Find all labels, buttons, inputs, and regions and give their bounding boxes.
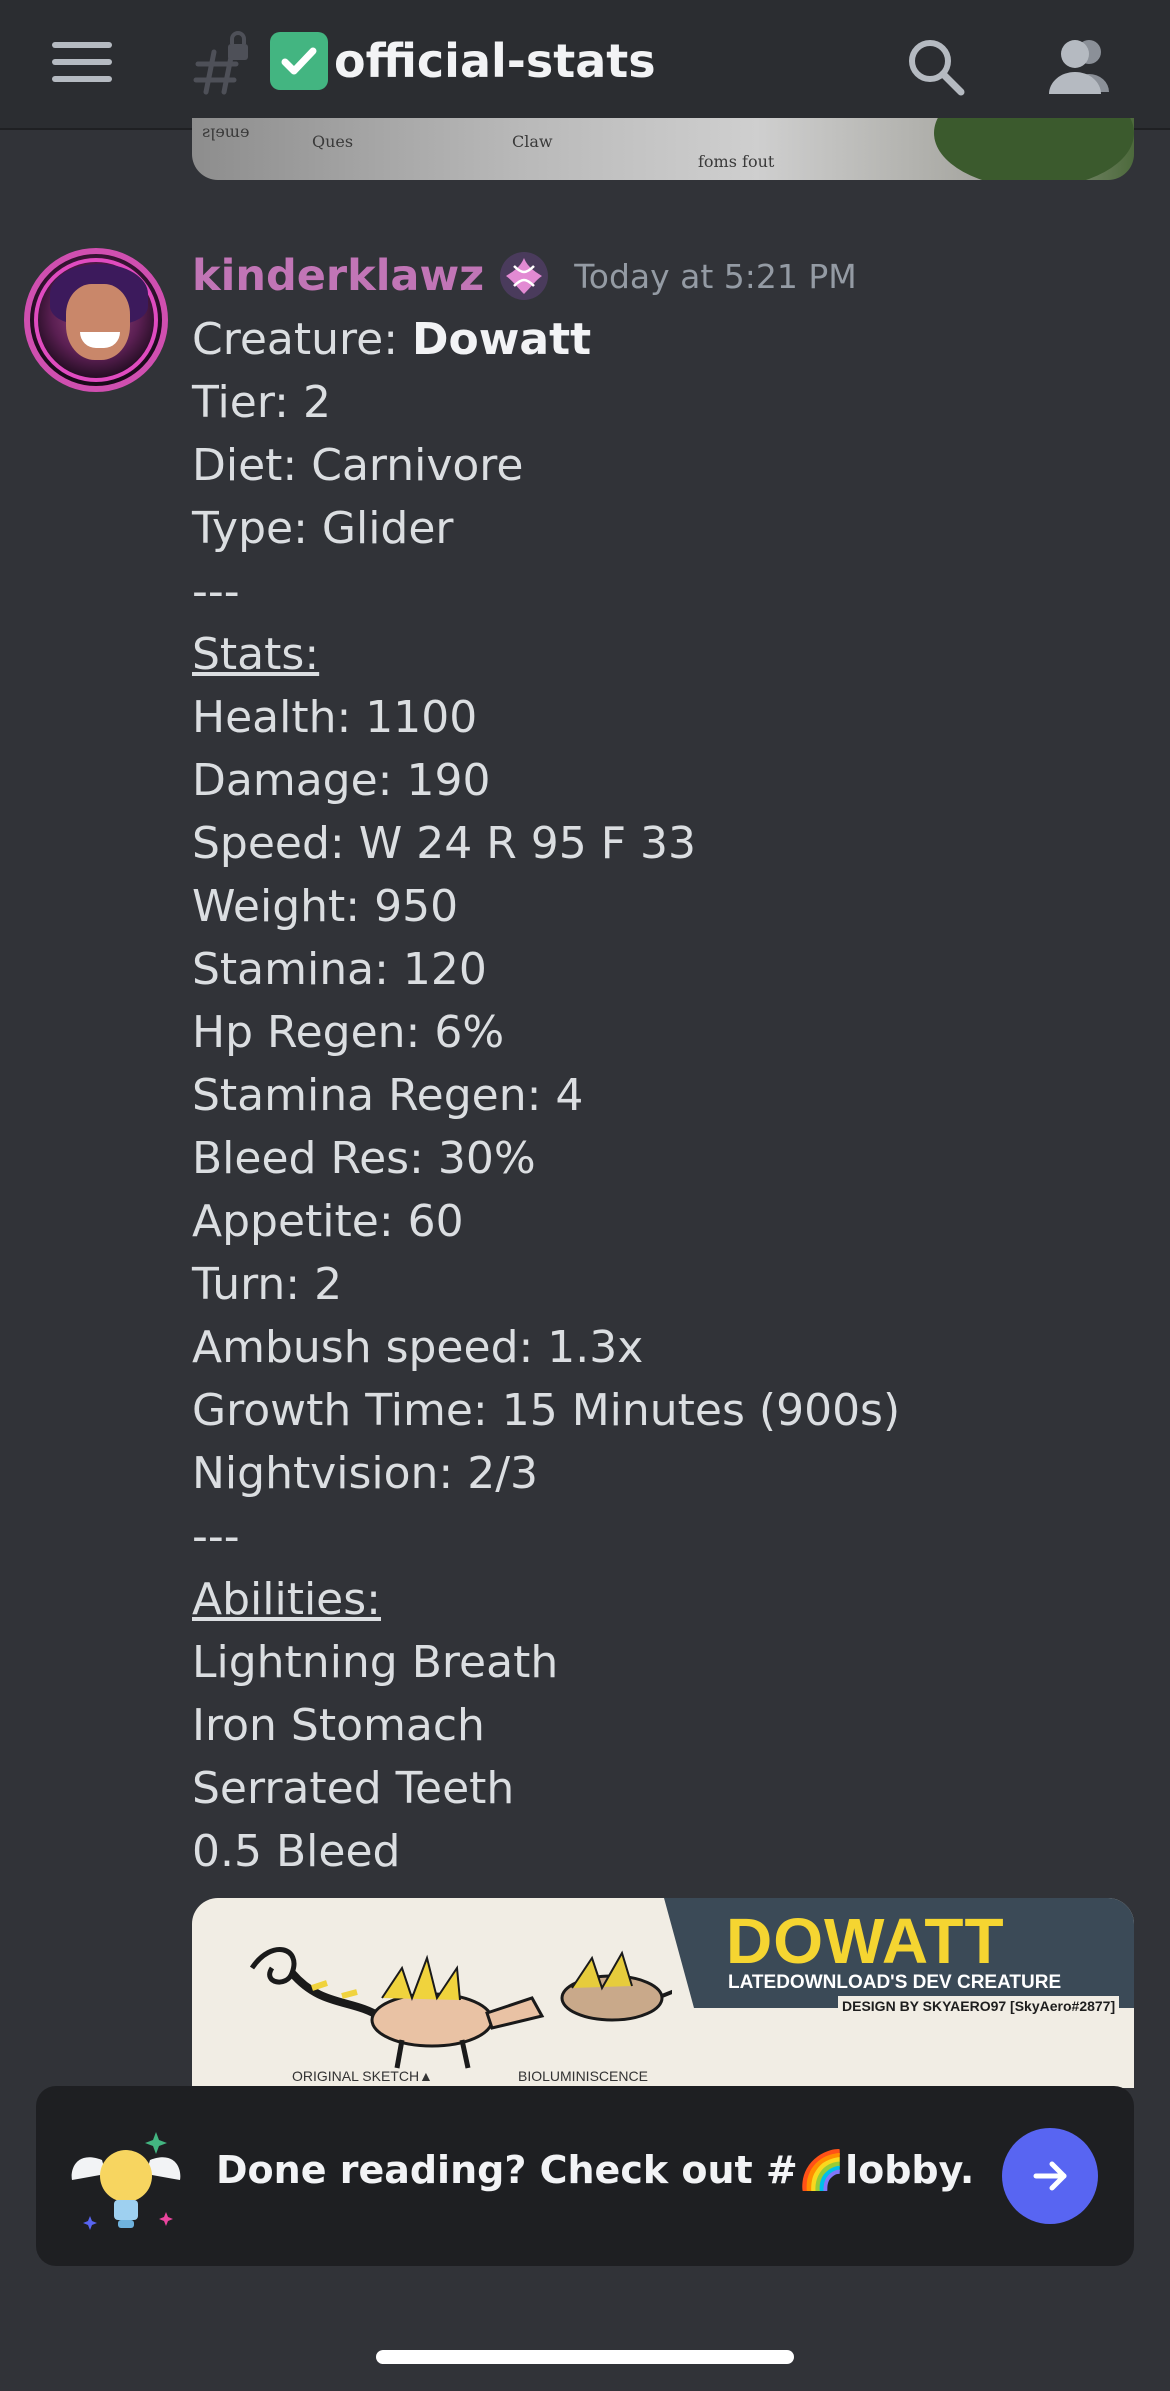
- role-badge-icon[interactable]: [498, 250, 550, 302]
- stat-line: Hp Regen: 6%: [192, 1007, 505, 1058]
- message-line: Diet: Carnivore: [192, 440, 524, 491]
- stat-line: Appetite: 60: [192, 1196, 464, 1247]
- section-heading-abilities: Abilities:: [192, 1574, 381, 1625]
- username[interactable]: kinderklawz: [192, 251, 484, 301]
- search-icon[interactable]: [905, 36, 967, 98]
- ability-line: Serrated Teeth: [192, 1763, 515, 1814]
- section-heading-stats: Stats:: [192, 629, 320, 680]
- ability-line: Iron Stomach: [192, 1700, 485, 1751]
- stat-line: Nightvision: 2/3: [192, 1448, 539, 1499]
- arrow-right-icon: [1033, 2161, 1067, 2191]
- separator-line: ---: [192, 566, 240, 617]
- channel-header: official-stats: [0, 0, 1170, 130]
- locked-channel-hash-icon: [193, 31, 248, 95]
- sketch-label: Ques: [312, 132, 354, 151]
- channel-title: official-stats: [334, 34, 656, 88]
- check-mark-emoji-icon: [270, 32, 328, 90]
- message-line: Type: Glider: [192, 503, 454, 554]
- message-line: Creature: Dowatt: [192, 314, 592, 365]
- go-to-channel-arrow-button[interactable]: [1002, 2128, 1098, 2224]
- creature-image-embed[interactable]: DOWATT LATEDOWNLOAD'S DEV CREATURE DESIG…: [192, 1898, 1134, 2088]
- done-reading-text[interactable]: Done reading? Check out #🌈lobby.: [216, 2148, 974, 2193]
- stat-line: Speed: W 24 R 95 F 33: [192, 818, 697, 869]
- stat-line: Damage: 190: [192, 755, 491, 806]
- creature-sketch-illustration: [249, 1947, 672, 2069]
- embed-credit: DESIGN BY SKYAERO97 [SkyAero#2877]: [838, 1996, 1120, 2016]
- ability-line: 0.5 Bleed: [192, 1826, 401, 1877]
- hamburger-menu-icon[interactable]: [52, 42, 112, 88]
- stat-line: Ambush speed: 1.3x: [192, 1322, 644, 1373]
- separator-line: ---: [192, 1511, 240, 1562]
- stat-line: Growth Time: 15 Minutes (900s): [192, 1385, 901, 1436]
- stat-line: Stamina Regen: 4: [192, 1070, 584, 1121]
- message-header: kinderklawz Today at 5:21 PM: [192, 246, 857, 306]
- timestamp: Today at 5:21 PM: [574, 256, 857, 296]
- done-reading-banner: Done reading? Check out #🌈lobby.: [36, 2086, 1134, 2266]
- leaf-illustration: [934, 118, 1134, 180]
- message-content: Creature: Dowatt Tier: 2 Diet: Carnivore…: [192, 308, 900, 1883]
- stat-line: Stamina: 120: [192, 944, 487, 995]
- ability-line: Lightning Breath: [192, 1637, 559, 1688]
- caption-bioluminiscence: BIOLUMINISCENCE: [518, 2068, 648, 2084]
- stat-line: Health: 1100: [192, 692, 478, 743]
- sketch-label: ƨꞁɘɯɘ: [202, 122, 250, 141]
- stat-line: Bleed Res: 30%: [192, 1133, 536, 1184]
- embed-subtitle: LATEDOWNLOAD'S DEV CREATURE: [728, 1972, 1062, 1993]
- embed-title: DOWATT: [726, 1905, 1005, 1977]
- message-line: Tier: 2: [192, 377, 331, 428]
- stat-line: Weight: 950: [192, 881, 459, 932]
- sketch-label: foms fout: [698, 152, 775, 171]
- home-indicator[interactable]: [376, 2350, 794, 2364]
- sketch-label: Claw: [512, 132, 553, 151]
- rainbow-emoji: 🌈: [797, 2148, 846, 2192]
- previous-image-embed[interactable]: ƨꞁɘɯɘ Ques Claw foms fout: [192, 118, 1134, 180]
- member-list-icon[interactable]: [1043, 34, 1115, 96]
- winged-lightbulb-icon: [71, 2132, 181, 2230]
- avatar[interactable]: [24, 248, 168, 392]
- creature-name: Dowatt: [412, 314, 592, 365]
- caption-original-sketch: ORIGINAL SKETCH▲: [292, 2068, 433, 2084]
- stat-line: Turn: 2: [192, 1259, 343, 1310]
